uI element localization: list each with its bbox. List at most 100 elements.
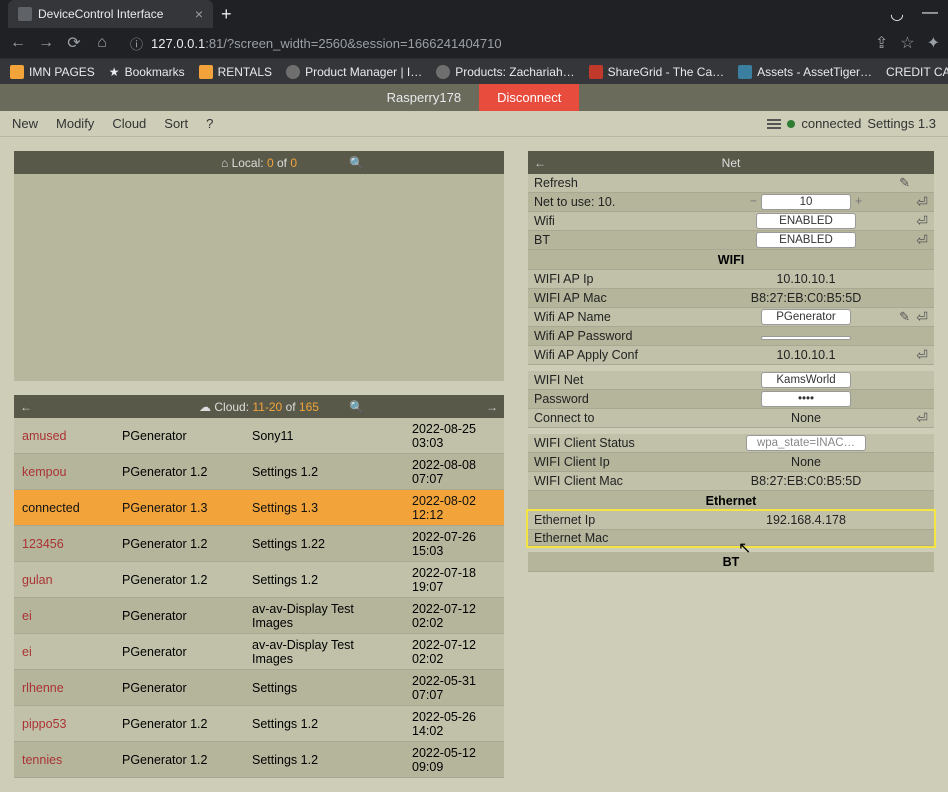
wifi-ap-password-row: Wifi AP Password xyxy=(528,327,934,346)
ethernet-highlight: Ethernet Ip192.168.4.178 Ethernet Mac xyxy=(528,511,934,546)
pencil-icon[interactable]: ✎ xyxy=(899,309,910,325)
minimize-icon[interactable]: ◡ xyxy=(890,4,904,24)
table-row[interactable]: amusedPGeneratorSony112022-08-25 03:03 xyxy=(14,418,504,454)
close-tab-icon[interactable]: × xyxy=(195,6,203,22)
bookmark-item[interactable]: IMN PAGES xyxy=(10,65,95,79)
bookmark-item[interactable]: RENTALS xyxy=(199,65,272,79)
wifi-toggle-row: Wifi ENABLED ⏎ xyxy=(528,212,934,231)
net-title: Net xyxy=(528,156,934,170)
extensions-icon[interactable]: ✦ xyxy=(927,33,940,53)
share-icon[interactable]: ⇪ xyxy=(875,33,888,53)
url-host: 127.0.0.1 xyxy=(151,36,205,51)
disconnect-button[interactable]: Disconnect xyxy=(479,84,579,111)
bookmark-item[interactable]: Product Manager | I… xyxy=(286,65,422,79)
bookmark-item[interactable]: Assets - AssetTiger… xyxy=(738,65,872,79)
net-panel: ← Net Refresh ✎ Net to use: 10. −10+ ⏎ W… xyxy=(528,151,934,572)
bookmark-item[interactable]: Products: Zachariah… xyxy=(436,65,574,79)
apply-icon[interactable]: ⏎ xyxy=(916,347,928,364)
wifi-enabled-button[interactable]: ENABLED xyxy=(756,213,856,229)
menu-modify[interactable]: Modify xyxy=(56,116,94,131)
site-info-icon[interactable]: ⓘ xyxy=(130,34,143,53)
new-tab-button[interactable]: + xyxy=(221,4,232,25)
wifi-client-mac-row: WIFI Client MacB8:27:EB:C0:B5:5D xyxy=(528,472,934,491)
table-row[interactable]: eiPGeneratorav-av-Display Test Images202… xyxy=(14,634,504,670)
wifi-net-row: WIFI NetKamsWorld xyxy=(528,371,934,390)
settings-version: Settings 1.3 xyxy=(867,116,936,131)
apply-icon[interactable]: ⏎ xyxy=(916,309,928,326)
browser-chrome: DeviceControl Interface × + ◡ — ← → ⟳ ⌂ … xyxy=(0,0,948,84)
menu-new[interactable]: New xyxy=(12,116,38,131)
apply-icon[interactable]: ⏎ xyxy=(916,232,928,249)
home-icon: ⌂ xyxy=(221,156,228,170)
wifi-ap-name-row: Wifi AP NamePGenerator✎⏎ xyxy=(528,308,934,327)
back-icon[interactable]: ← xyxy=(8,34,28,52)
table-row[interactable]: eiPGeneratorav-av-Display Test Images202… xyxy=(14,598,504,634)
bookmark-item[interactable]: CREDIT CARD FIRST… xyxy=(886,65,948,79)
net-to-use-input[interactable]: 10 xyxy=(761,194,851,210)
apply-icon[interactable]: ⏎ xyxy=(916,213,928,230)
browser-tab[interactable]: DeviceControl Interface × xyxy=(8,0,213,28)
table-row[interactable]: gulanPGenerator 1.2Settings 1.22022-07-1… xyxy=(14,562,504,598)
forward-icon[interactable]: → xyxy=(36,34,56,52)
cloud-table: amusedPGeneratorSony112022-08-25 03:03ke… xyxy=(14,418,504,778)
bt-section: BT xyxy=(528,552,934,572)
star-icon[interactable]: ☆ xyxy=(900,33,914,53)
ethernet-section: Ethernet xyxy=(528,491,934,511)
local-panel: ⌂ Local: 0 of 0 🔍 xyxy=(14,151,504,381)
tab-strip: DeviceControl Interface × + ◡ — xyxy=(0,0,948,28)
plus-icon[interactable]: + xyxy=(855,194,862,208)
pencil-icon[interactable]: ✎ xyxy=(899,175,910,191)
table-row[interactable]: 123456PGenerator 1.2Settings 1.222022-07… xyxy=(14,526,504,562)
app-header: Rasperry178 Disconnect xyxy=(0,84,948,111)
net-panel-header: ← Net xyxy=(528,151,934,174)
url-field[interactable]: ⓘ 127.0.0.1 :81/?screen_width=2560&sessi… xyxy=(120,30,867,56)
wifi-client-ip-row: WIFI Client IpNone xyxy=(528,453,934,472)
status-dot-icon xyxy=(787,120,795,128)
status-connected: connected xyxy=(801,116,861,131)
table-row[interactable]: rlhennePGeneratorSettings2022-05-31 07:0… xyxy=(14,670,504,706)
table-row[interactable]: pippo53PGenerator 1.2Settings 1.22022-05… xyxy=(14,706,504,742)
minus-icon[interactable]: − xyxy=(750,194,757,208)
local-panel-body xyxy=(14,174,504,381)
menu-sort[interactable]: Sort xyxy=(164,116,188,131)
bookmark-item[interactable]: ★Bookmarks xyxy=(109,65,185,79)
address-bar: ← → ⟳ ⌂ ⓘ 127.0.0.1 :81/?screen_width=25… xyxy=(0,28,948,58)
collapse-icon[interactable]: ← xyxy=(534,156,546,170)
local-panel-header: ⌂ Local: 0 of 0 🔍 xyxy=(14,151,504,174)
next-page-icon[interactable]: → xyxy=(486,400,498,414)
wifi-ap-name-input[interactable]: PGenerator xyxy=(761,309,851,325)
url-rest: :81/?screen_width=2560&session=166624140… xyxy=(205,36,501,51)
apply-icon[interactable]: ⏎ xyxy=(916,194,928,211)
table-row[interactable]: kempouPGenerator 1.2Settings 1.22022-08-… xyxy=(14,454,504,490)
tab-title: DeviceControl Interface xyxy=(38,7,189,21)
wifi-ap-password-input[interactable] xyxy=(761,336,851,340)
bt-toggle-row: BT ENABLED ⏎ xyxy=(528,231,934,250)
menu-bar: New Modify Cloud Sort ? connected Settin… xyxy=(0,111,948,137)
wifi-ap-mac-row: WIFI AP MacB8:27:EB:C0:B5:5D xyxy=(528,289,934,308)
apply-icon[interactable]: ⏎ xyxy=(916,410,928,427)
home-icon[interactable]: ⌂ xyxy=(92,34,112,52)
wifi-net-input[interactable]: KamsWorld xyxy=(761,372,851,388)
search-icon[interactable]: 🔍 xyxy=(349,400,364,414)
table-row[interactable]: tenniesPGenerator 1.2Settings 1.22022-05… xyxy=(14,742,504,778)
table-row[interactable]: connectedPGenerator 1.3Settings 1.32022-… xyxy=(14,490,504,526)
wifi-ap-apply-row: Wifi AP Apply Conf10.10.10.1⏎ xyxy=(528,346,934,365)
password-input[interactable]: •••• xyxy=(761,391,851,407)
bt-enabled-button[interactable]: ENABLED xyxy=(756,232,856,248)
hamburger-icon[interactable] xyxy=(767,117,781,131)
reload-icon[interactable]: ⟳ xyxy=(64,33,84,53)
password-row: Password•••• xyxy=(528,390,934,409)
bookmark-item[interactable]: ShareGrid - The Ca… xyxy=(589,65,725,79)
net-refresh-row[interactable]: Refresh ✎ xyxy=(528,174,934,193)
menu-help[interactable]: ? xyxy=(206,116,213,131)
bookmarks-bar: IMN PAGES ★Bookmarks RENTALS Product Man… xyxy=(0,58,948,84)
wifi-client-status-row: WIFI Client Statuswpa_state=INAC… xyxy=(528,434,934,453)
cloud-panel-header: ← ☁ Cloud: 11-20 of 165 🔍 → xyxy=(14,395,504,418)
net-to-use-row: Net to use: 10. −10+ ⏎ xyxy=(528,193,934,212)
prev-page-icon[interactable]: ← xyxy=(20,400,32,414)
menu-cloud[interactable]: Cloud xyxy=(112,116,146,131)
status-area: connected Settings 1.3 xyxy=(767,116,936,131)
window-dash-icon[interactable]: — xyxy=(922,4,938,24)
tab-favicon xyxy=(18,7,32,21)
search-icon[interactable]: 🔍 xyxy=(349,156,364,170)
